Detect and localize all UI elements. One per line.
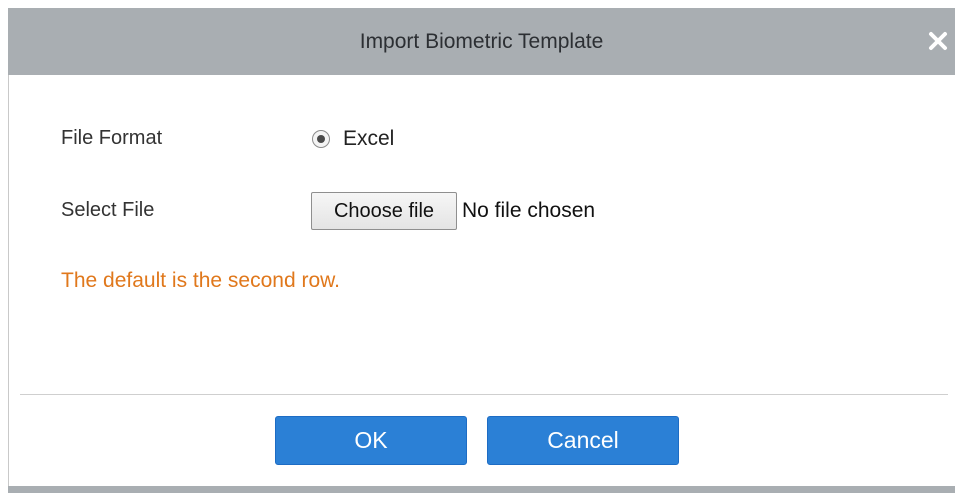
dialog-title: Import Biometric Template (359, 30, 604, 53)
dialog-title-bar: Import Biometric Template (8, 8, 955, 75)
import-biometric-template-dialog: Import Biometric Template File Format Ex… (0, 0, 955, 493)
radio-button-outer[interactable] (312, 130, 330, 148)
excel-radio[interactable] (312, 130, 330, 148)
ok-button[interactable]: OK (275, 416, 467, 465)
file-format-label: File Format (61, 127, 163, 149)
close-icon[interactable] (925, 28, 951, 54)
excel-radio-label[interactable]: Excel (343, 127, 394, 151)
choose-file-button[interactable]: Choose file (311, 192, 457, 230)
dialog-left-border (8, 75, 9, 488)
dialog-bottom-edge (8, 486, 955, 493)
select-file-label: Select File (61, 199, 155, 221)
radio-selected-dot (317, 135, 325, 143)
footer-divider (20, 394, 948, 395)
file-chosen-status: No file chosen (462, 199, 596, 222)
cancel-button[interactable]: Cancel (487, 416, 679, 465)
default-row-hint: The default is the second row. (61, 269, 340, 292)
